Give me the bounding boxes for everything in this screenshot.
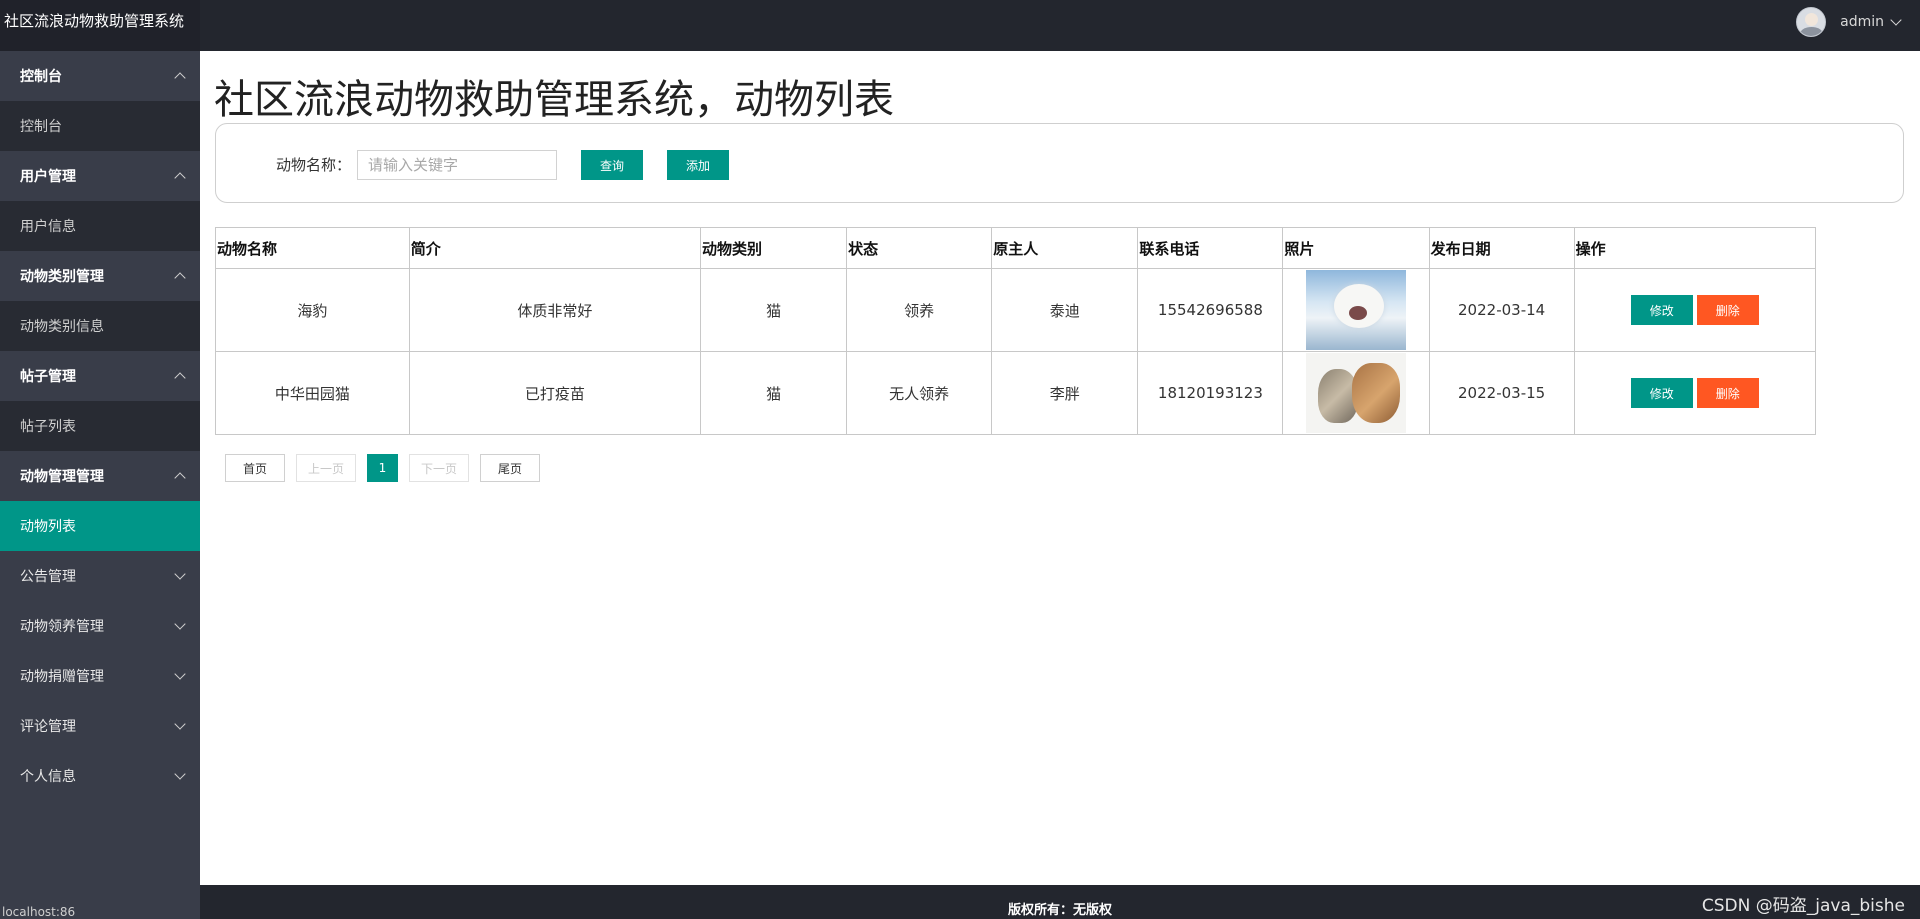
cell-intro: 已打疫苗 xyxy=(408,351,701,435)
status-url: localhost:86 xyxy=(2,905,76,919)
pagination: 首页 上一页 1 下一页 尾页 xyxy=(225,454,551,482)
user-menu[interactable]: admin xyxy=(1796,7,1902,37)
nav-group-label: 动物捐赠管理 xyxy=(20,669,104,685)
nav-group-label: 控制台 xyxy=(20,69,62,85)
nav-group-adoptions[interactable]: 动物领养管理 xyxy=(0,601,200,651)
nav-group-animal-categories[interactable]: 动物类别管理 xyxy=(0,251,200,301)
edit-button[interactable]: 修改 xyxy=(1630,378,1693,408)
column-header: 简介 xyxy=(408,227,701,269)
nav-group-label: 帖子管理 xyxy=(20,369,76,385)
cell-name: 中华田园猫 xyxy=(215,351,410,435)
chevron-down-icon[interactable] xyxy=(1890,14,1902,26)
sidebar-item-animal-category-info[interactable]: 动物类别信息 xyxy=(0,301,200,351)
delete-button[interactable]: 删除 xyxy=(1696,378,1759,408)
footer: 版权所有：无版权 CSDN @码盗_java_bishe xyxy=(200,885,1920,919)
cell-phone: 18120193123 xyxy=(1137,351,1284,435)
sidebar-item-animal-list[interactable]: 动物列表 xyxy=(0,501,200,551)
cell-status: 无人领养 xyxy=(846,351,993,435)
nav-group-label: 公告管理 xyxy=(20,569,76,585)
column-header: 照片 xyxy=(1282,227,1430,269)
cell-category: 猫 xyxy=(699,268,848,352)
column-header: 动物类别 xyxy=(699,227,848,269)
copyright-text: 版权所有：无版权 xyxy=(1007,903,1112,918)
column-header: 动物名称 xyxy=(215,227,410,269)
cat-rabbit-photo xyxy=(1306,353,1406,433)
table-row: 海豹 体质非常好 猫 领养 泰迪 15542696588 2022-03-14 … xyxy=(215,268,1817,352)
sidebar: 控制台 控制台 用户管理 用户信息 动物类别管理 动物类别信息 帖子管理 帖子列… xyxy=(0,51,200,919)
table-header-row: 动物名称 简介 动物类别 状态 原主人 联系电话 照片 发布日期 操作 xyxy=(215,227,1817,269)
sidebar-item-post-list[interactable]: 帖子列表 xyxy=(0,401,200,451)
add-button[interactable]: 添加 xyxy=(667,150,729,180)
chevron-up-icon xyxy=(174,272,186,284)
column-header: 联系电话 xyxy=(1137,227,1284,269)
watermark: CSDN @码盗_java_bishe xyxy=(1701,896,1905,916)
column-header: 操作 xyxy=(1573,227,1817,269)
nav-group-users[interactable]: 用户管理 xyxy=(0,151,200,201)
nav-group-announcements[interactable]: 公告管理 xyxy=(0,551,200,601)
first-page-button[interactable]: 首页 xyxy=(225,454,285,482)
nav-group-label: 用户管理 xyxy=(20,169,76,185)
search-input[interactable] xyxy=(357,150,557,180)
chevron-up-icon xyxy=(174,372,186,384)
chevron-up-icon xyxy=(174,72,186,84)
cell-date: 2022-03-14 xyxy=(1428,268,1575,352)
cell-owner: 李胖 xyxy=(991,351,1139,435)
chevron-down-icon xyxy=(174,768,186,780)
next-page-button[interactable]: 下一页 xyxy=(409,454,469,482)
chevron-down-icon xyxy=(174,718,186,730)
cell-actions: 修改 删除 xyxy=(1573,268,1817,352)
search-label: 动物名称： xyxy=(276,156,352,174)
edit-button[interactable]: 修改 xyxy=(1630,295,1693,325)
sidebar-item-console[interactable]: 控制台 xyxy=(0,101,200,151)
cell-name: 海豹 xyxy=(215,268,410,352)
nav-group-comments[interactable]: 评论管理 xyxy=(0,701,200,751)
sidebar-item-user-info[interactable]: 用户信息 xyxy=(0,201,200,251)
cell-status: 领养 xyxy=(846,268,993,352)
nav-group-profile[interactable]: 个人信息 xyxy=(0,751,200,801)
chevron-up-icon xyxy=(174,172,186,184)
main-content: 社区流浪动物救助管理系统，动物列表 动物名称： 查询 添加 动物名称 简介 动物… xyxy=(200,51,1920,885)
nav-group-label: 个人信息 xyxy=(20,769,76,785)
chevron-down-icon xyxy=(174,668,186,680)
column-header: 原主人 xyxy=(991,227,1139,269)
search-panel: 动物名称： 查询 添加 xyxy=(215,123,1904,203)
cell-owner: 泰迪 xyxy=(991,268,1139,352)
chevron-up-icon xyxy=(174,472,186,484)
nav-group-label: 动物管理管理 xyxy=(20,469,104,485)
cell-date: 2022-03-15 xyxy=(1428,351,1575,435)
page-title: 社区流浪动物救助管理系统，动物列表 xyxy=(214,77,894,123)
last-page-button[interactable]: 尾页 xyxy=(480,454,540,482)
chevron-down-icon xyxy=(174,618,186,630)
nav-group-console[interactable]: 控制台 xyxy=(0,51,200,101)
nav-group-label: 动物领养管理 xyxy=(20,619,104,635)
prev-page-button[interactable]: 上一页 xyxy=(296,454,356,482)
user-name[interactable]: admin xyxy=(1840,14,1884,30)
seal-photo xyxy=(1306,270,1406,350)
nav-group-label: 动物类别管理 xyxy=(20,269,104,285)
nav-group-donations[interactable]: 动物捐赠管理 xyxy=(0,651,200,701)
column-header: 发布日期 xyxy=(1428,227,1575,269)
cell-category: 猫 xyxy=(699,351,848,435)
animal-table: 动物名称 简介 动物类别 状态 原主人 联系电话 照片 发布日期 操作 海豹 体… xyxy=(215,227,1817,435)
nav-group-posts[interactable]: 帖子管理 xyxy=(0,351,200,401)
nav-group-animals[interactable]: 动物管理管理 xyxy=(0,451,200,501)
cell-phone: 15542696588 xyxy=(1137,268,1284,352)
table-row: 中华田园猫 已打疫苗 猫 无人领养 李胖 18120193123 2022-03… xyxy=(215,351,1817,435)
cell-photo xyxy=(1282,268,1430,352)
query-button[interactable]: 查询 xyxy=(581,150,643,180)
top-header: 社区流浪动物救助管理系统 admin xyxy=(0,0,1920,51)
avatar[interactable] xyxy=(1796,7,1827,37)
column-header: 状态 xyxy=(846,227,993,269)
page-1-button[interactable]: 1 xyxy=(367,454,398,482)
cell-actions: 修改 删除 xyxy=(1573,351,1817,435)
nav-group-label: 评论管理 xyxy=(20,719,76,735)
app-title: 社区流浪动物救助管理系统 xyxy=(0,0,200,51)
cell-photo xyxy=(1282,351,1430,435)
chevron-down-icon xyxy=(174,568,186,580)
delete-button[interactable]: 删除 xyxy=(1696,295,1759,325)
cell-intro: 体质非常好 xyxy=(408,268,701,352)
